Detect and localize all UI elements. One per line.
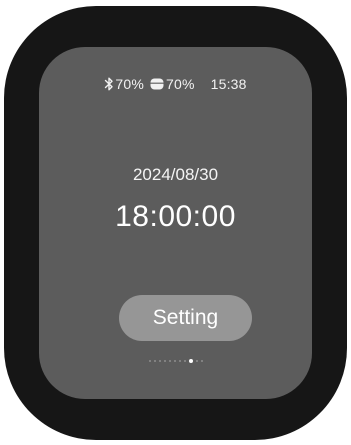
setting-button[interactable]: Setting <box>119 295 252 341</box>
status-bar: 70% 70% 15:38 <box>39 74 312 94</box>
watch-screen: 70% 70% 15:38 2024/08/30 18:00:00 Settin… <box>39 47 312 399</box>
watch-device-frame: 70% 70% 15:38 2024/08/30 18:00:00 Settin… <box>4 6 347 440</box>
page-dot <box>178 360 181 362</box>
page-dot <box>200 360 203 362</box>
time-display: 18:00:00 <box>115 200 236 233</box>
page-dot <box>148 360 151 362</box>
page-dot <box>153 360 156 362</box>
page-dot <box>168 360 171 362</box>
page-dot <box>163 360 166 362</box>
earbuds-battery-level: 70% <box>165 76 195 92</box>
page-indicator <box>39 359 312 363</box>
page-dot-active <box>188 359 193 363</box>
bluetooth-status: 70% <box>104 76 144 92</box>
status-time: 15:38 <box>210 76 247 92</box>
page-dot <box>173 360 176 362</box>
date-display: 2024/08/30 <box>132 165 219 184</box>
page-dot <box>195 360 198 362</box>
page-dot <box>158 360 161 362</box>
bluetooth-battery-level: 70% <box>115 76 144 92</box>
earbuds-case-icon <box>150 78 164 90</box>
earbuds-status: 70% <box>144 76 195 92</box>
page-dot <box>183 360 186 362</box>
bluetooth-icon <box>105 77 114 91</box>
